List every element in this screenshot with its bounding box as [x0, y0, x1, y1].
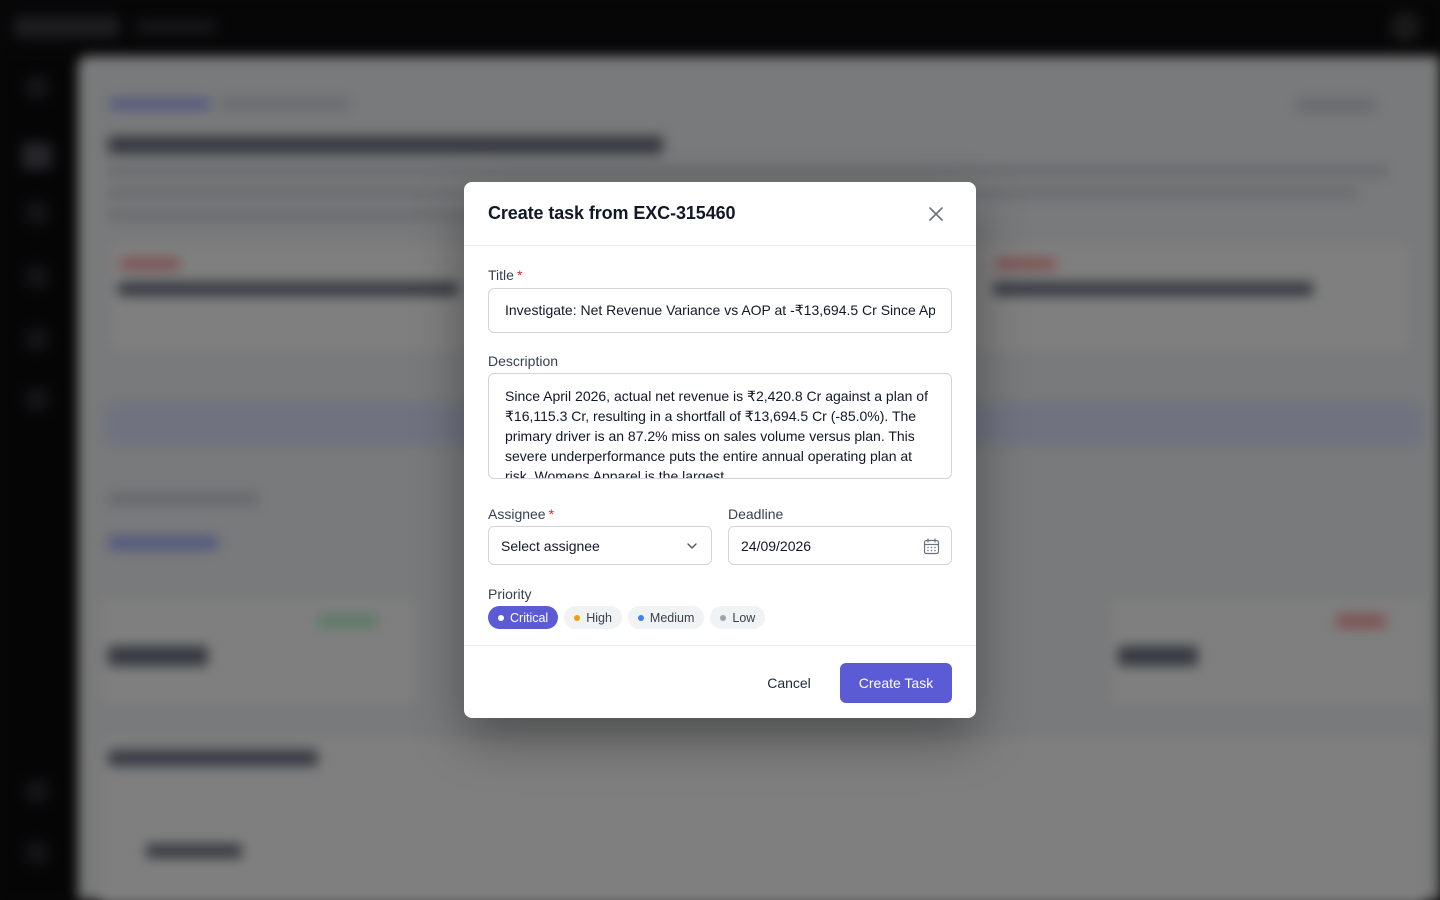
priority-label-text: High	[586, 610, 612, 625]
priority-high-chip[interactable]: High	[564, 606, 622, 629]
priority-label-text: Low	[732, 610, 756, 625]
title-label: Title *	[488, 267, 522, 283]
calendar-icon[interactable]	[923, 538, 940, 555]
priority-label-text: Medium	[649, 610, 695, 625]
deadline-value: 24/09/2026	[741, 538, 812, 554]
modal-title: Create task from EXC-315460	[488, 203, 736, 223]
close-icon	[929, 207, 943, 221]
deadline-date-input[interactable]: 24/09/2026	[728, 526, 952, 565]
create-task-button[interactable]: Create Task	[840, 663, 952, 703]
assignee-select-value: Select assignee	[501, 538, 600, 554]
modal-header: Create task from EXC-315460	[464, 182, 976, 246]
priority-medium-chip[interactable]: Medium	[627, 606, 705, 629]
cancel-button[interactable]: Cancel	[752, 663, 826, 703]
assignee-select[interactable]: Select assignee	[488, 526, 712, 565]
close-button[interactable]	[924, 202, 948, 226]
priority-dot	[498, 614, 504, 621]
required-mark: *	[516, 267, 523, 283]
priority-label: Priority	[488, 586, 532, 602]
description-textarea[interactable]: Since April 2026, actual net revenue is …	[488, 373, 952, 479]
priority-dot	[574, 614, 581, 621]
priority-dot	[637, 614, 644, 621]
assignee-label: Assignee *	[488, 506, 554, 522]
priority-label-text: Critical	[510, 610, 549, 625]
deadline-label: Deadline	[728, 506, 784, 522]
chevron-down-icon	[687, 543, 697, 549]
title-input[interactable]	[488, 288, 952, 333]
required-mark: *	[548, 506, 555, 522]
create-task-modal: Create task from EXC-315460 Title* Descr…	[464, 182, 976, 718]
priority-dot	[720, 614, 727, 621]
modal-footer: Cancel Create Task	[464, 645, 976, 718]
title-label-text: Title	[488, 267, 514, 283]
priority-critical-chip[interactable]: Critical	[488, 606, 559, 629]
priority-options: Critical High Medium Low	[488, 606, 766, 629]
priority-low-chip[interactable]: Low	[710, 606, 766, 629]
assignee-label-text: Assignee	[488, 506, 546, 522]
description-label: Description	[488, 353, 559, 369]
